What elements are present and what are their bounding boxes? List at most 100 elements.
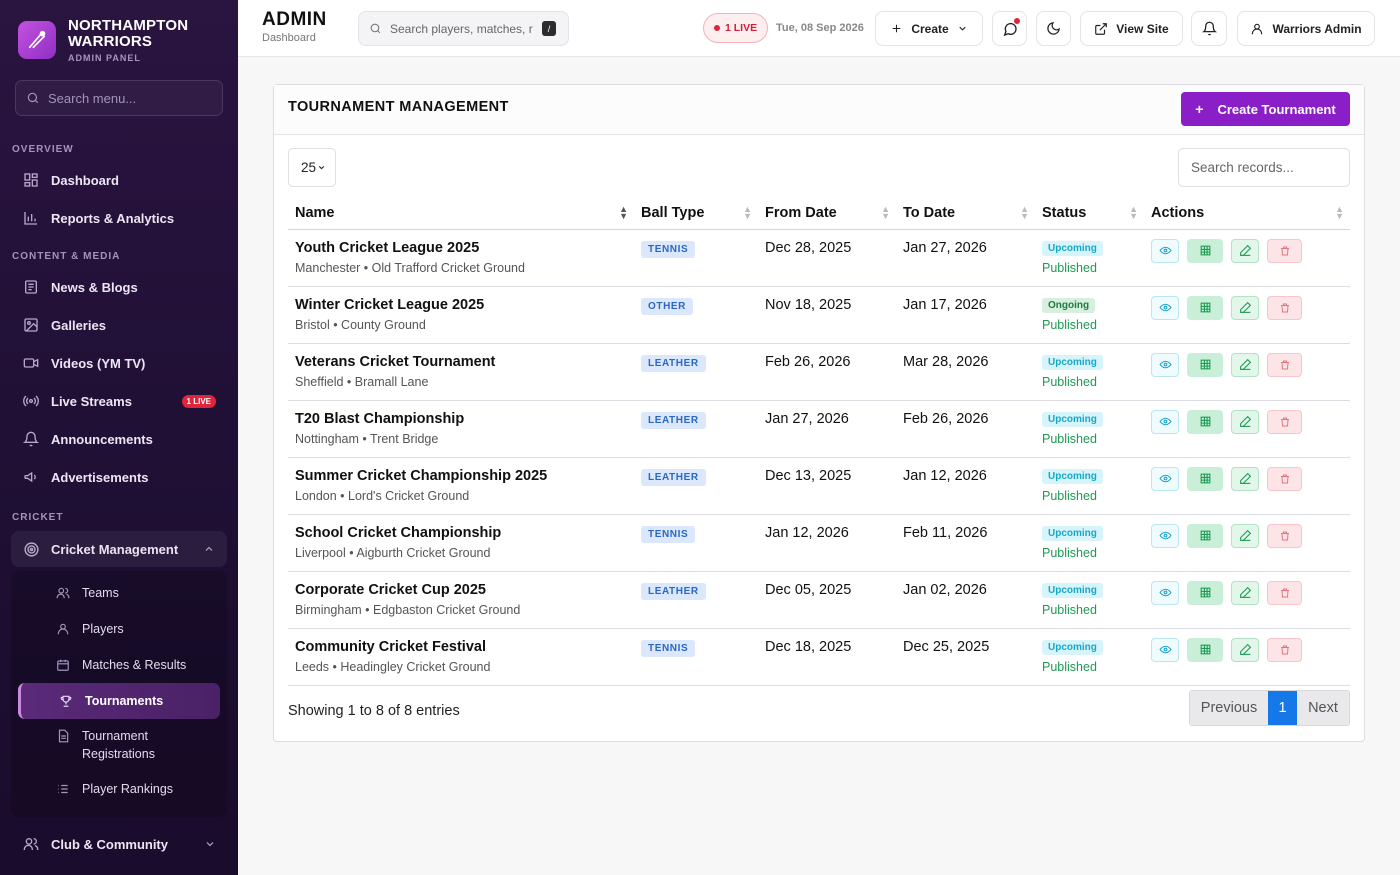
sidebar-item-players[interactable]: Players [11,611,227,647]
points-table-button[interactable] [1187,352,1223,377]
sidebar-item-advertisements[interactable]: Advertisements [0,458,238,496]
sidebar-item-news[interactable]: News & Blogs [0,268,238,306]
column-label: Ball Type [641,205,705,222]
cell-from-date: Dec 13, 2025 [758,457,896,515]
column-header-status[interactable]: Status ▲ ▼ [1035,198,1144,230]
sidebar-item-teams[interactable]: Teams [11,575,227,611]
delete-button[interactable] [1267,295,1302,320]
view-site-button[interactable]: View Site [1080,11,1183,46]
user-menu-button[interactable]: Warriors Admin [1237,11,1375,46]
page-title: ADMIN [262,9,327,30]
sidebar-item-reports[interactable]: Reports & Analytics [0,199,238,237]
edit-button[interactable] [1231,352,1259,377]
view-button[interactable] [1151,523,1179,548]
points-table-button[interactable] [1187,295,1223,320]
delete-button[interactable] [1267,580,1302,605]
pagination-next[interactable]: Next [1297,691,1349,725]
cell-status: Upcoming Published [1035,229,1144,287]
edit-button[interactable] [1231,295,1259,320]
sidebar-item-cricket-management[interactable]: Cricket Management [11,531,227,567]
tournament-name[interactable]: Winter Cricket League 2025 [295,297,627,313]
view-button[interactable] [1151,466,1179,491]
sidebar-item-tournament-registrations[interactable]: Tournament Registrations [11,719,227,771]
edit-button[interactable] [1231,238,1259,263]
edit-button[interactable] [1231,580,1259,605]
delete-button[interactable] [1267,238,1302,263]
live-status-badge[interactable]: 1 LIVE [703,13,769,43]
edit-button[interactable] [1231,523,1259,548]
points-table-button[interactable] [1187,523,1223,548]
view-button[interactable] [1151,580,1179,605]
tournament-name[interactable]: Community Cricket Festival [295,639,627,655]
sidebar-item-videos[interactable]: Videos (YM TV) [0,344,238,382]
delete-button[interactable] [1267,409,1302,434]
view-button[interactable] [1151,409,1179,434]
edit-button[interactable] [1231,466,1259,491]
tournament-name[interactable]: Corporate Cricket Cup 2025 [295,582,627,598]
notifications-button[interactable] [1191,11,1227,46]
delete-button[interactable] [1267,466,1302,491]
card-header: TOURNAMENT MANAGEMENT + Create Tournamen… [274,85,1364,135]
delete-button[interactable] [1267,637,1302,662]
ball-type-badge: TENNIS [641,240,696,258]
create-dropdown-button[interactable]: Create [875,11,983,46]
sidebar-item-player-rankings[interactable]: Player Rankings [11,771,227,807]
sidebar-item-tournaments[interactable]: Tournaments [18,683,220,719]
view-button[interactable] [1151,295,1179,320]
delete-button[interactable] [1267,352,1302,377]
target-icon [23,541,40,558]
sidebar-item-matches[interactable]: Matches & Results [11,647,227,683]
view-button[interactable] [1151,637,1179,662]
user-icon [56,622,72,636]
brand[interactable]: NORTHAMPTON WARRIORS ADMIN PANEL [0,0,238,80]
pagination-previous[interactable]: Previous [1190,691,1268,725]
delete-button[interactable] [1267,523,1302,548]
sidebar-item-announcements[interactable]: Announcements [0,420,238,458]
menu-search-input[interactable]: Search menu... [15,80,223,116]
tournament-name[interactable]: T20 Blast Championship [295,411,627,427]
create-tournament-button[interactable]: + Create Tournament [1181,92,1350,126]
sidebar-item-galleries[interactable]: Galleries [0,306,238,344]
cell-from-date: Feb 26, 2026 [758,343,896,401]
tournament-name[interactable]: Veterans Cricket Tournament [295,354,627,370]
breadcrumb[interactable]: Dashboard [262,32,316,44]
tournament-name[interactable]: School Cricket Championship [295,525,627,541]
global-search-input[interactable]: Search players, matches, r / [358,11,569,46]
column-header-name[interactable]: Name ▲ ▼ [288,198,634,230]
edit-button[interactable] [1231,637,1259,662]
cell-name: Corporate Cricket Cup 2025 Birmingham • … [288,571,634,629]
sidebar-item-club-community[interactable]: Club & Community [0,825,238,863]
sidebar-item-dashboard[interactable]: Dashboard [0,161,238,199]
edit-icon [1239,415,1252,428]
column-header-ball-type[interactable]: Ball Type ▲ ▼ [634,198,758,230]
page-length-select[interactable]: 25 [288,148,336,187]
table-icon [1199,472,1212,485]
cell-to-date: Feb 11, 2026 [896,514,1035,572]
points-table-button[interactable] [1187,466,1223,491]
view-button[interactable] [1151,238,1179,263]
column-header-actions[interactable]: Actions ▲ ▼ [1144,198,1350,230]
user-icon [1250,22,1264,36]
status-badge: Upcoming [1042,525,1103,541]
messages-button[interactable] [992,11,1027,46]
points-table-button[interactable] [1187,238,1223,263]
live-label: 1 LIVE [725,22,758,34]
theme-toggle-button[interactable] [1036,11,1071,46]
edit-button[interactable] [1231,409,1259,434]
records-search-input[interactable]: Search records... [1178,148,1350,187]
column-header-to-date[interactable]: To Date ▲ ▼ [896,198,1035,230]
from-date: Dec 05, 2025 [765,581,852,598]
plus-icon: + [1195,101,1204,117]
column-header-from-date[interactable]: From Date ▲ ▼ [758,198,896,230]
pagination-page-1[interactable]: 1 [1268,691,1297,725]
tournament-name[interactable]: Summer Cricket Championship 2025 [295,468,627,484]
points-table-button[interactable] [1187,409,1223,434]
tournament-location: Liverpool • Aigburth Cricket Ground [295,545,491,560]
points-table-button[interactable] [1187,580,1223,605]
points-table-button[interactable] [1187,637,1223,662]
tournament-name[interactable]: Youth Cricket League 2025 [295,240,627,256]
sidebar-item-live-streams[interactable]: Live Streams 1 LIVE [0,382,238,420]
sidebar-item-label: Cricket Management [51,541,179,557]
edit-icon [1239,643,1252,656]
view-button[interactable] [1151,352,1179,377]
